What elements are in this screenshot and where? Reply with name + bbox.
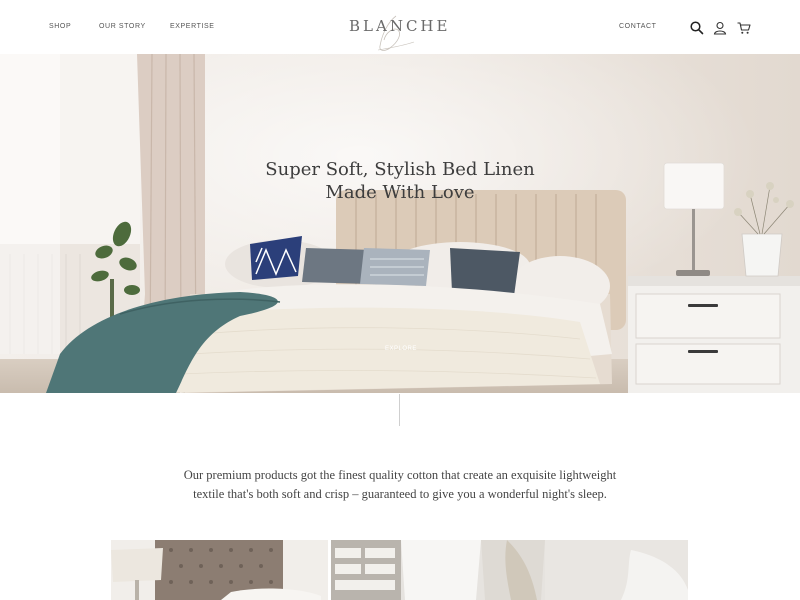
nav-shop[interactable]: SHOP — [49, 23, 71, 30]
explore-link[interactable]: EXPLORE — [385, 346, 417, 352]
hero-headline: Super Soft, Stylish Bed Linen Made With … — [0, 158, 800, 204]
user-icon[interactable] — [712, 20, 728, 36]
hero-headline-line-2: Made With Love — [325, 182, 475, 203]
cart-icon[interactable] — [736, 20, 752, 36]
hero-banner: Super Soft, Stylish Bed Linen Made With … — [0, 54, 800, 393]
intro-line-1: Our premium products got the finest qual… — [183, 468, 617, 482]
hero-headline-line-1: Super Soft, Stylish Bed Linen — [265, 159, 535, 180]
intro-paragraph: Our premium products got the finest qual… — [170, 466, 630, 504]
bedroom-hero-image — [0, 54, 800, 393]
brand-logo[interactable]: BLANCHE — [349, 17, 450, 35]
intro-line-2: textile that's both soft and crisp – gua… — [193, 487, 607, 501]
nav-our-story[interactable]: OUR STORY — [99, 23, 146, 30]
search-icon[interactable] — [689, 20, 705, 36]
product-tile-headboard[interactable] — [111, 540, 328, 600]
tufted-headboard-image — [111, 540, 328, 600]
product-tile-linens[interactable] — [331, 540, 688, 600]
folded-linens-image — [331, 540, 688, 600]
nav-contact[interactable]: CONTACT — [619, 23, 657, 30]
nav-expertise[interactable]: EXPERTISE — [170, 23, 215, 30]
site-header: SHOP OUR STORY EXPERTISE BLANCHE CONTACT — [0, 0, 800, 54]
section-divider — [399, 394, 400, 426]
